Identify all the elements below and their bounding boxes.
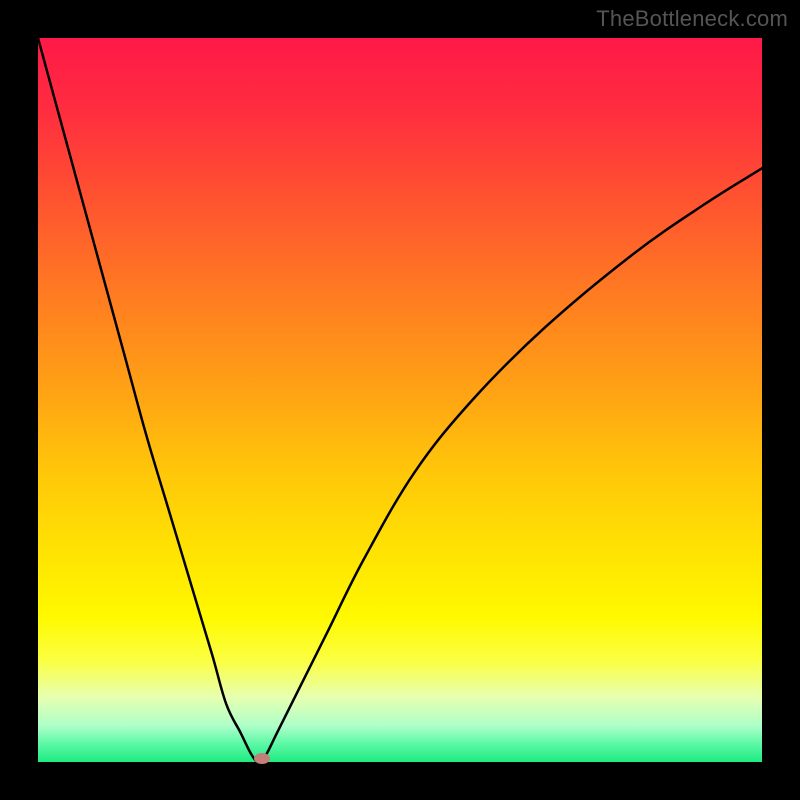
bottleneck-curve (38, 38, 762, 762)
chart-frame: TheBottleneck.com (0, 0, 800, 800)
plot-area (38, 38, 762, 762)
watermark-text: TheBottleneck.com (596, 6, 788, 32)
optimal-point-marker (254, 753, 270, 764)
